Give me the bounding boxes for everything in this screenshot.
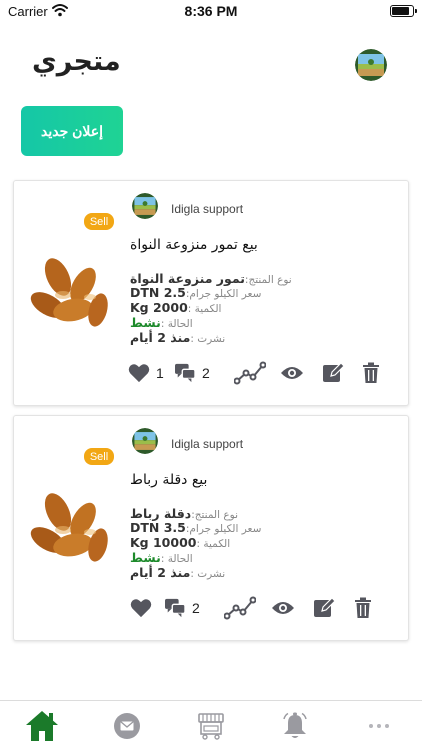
mail-icon (114, 713, 140, 739)
status-label: الحالة : (160, 553, 193, 565)
heart-icon (130, 599, 152, 618)
comments-button[interactable]: 2 (164, 596, 200, 620)
tab-messages[interactable] (109, 709, 145, 743)
stats-line-icon (224, 596, 256, 620)
comment-count: 2 (202, 365, 210, 381)
price-row: سعر الكيلو جرام:DTN 2.5 (130, 285, 261, 300)
status-row: الحالة :نشط (130, 315, 193, 330)
product-type-value: تمور منزوعة النواة (130, 271, 245, 286)
quantity-label: الكمية : (187, 303, 222, 315)
status-value: نشط (130, 315, 161, 330)
tab-market[interactable] (193, 709, 229, 743)
stats-line-icon (234, 361, 266, 385)
comments-icon (175, 363, 196, 383)
seller-avatar-icon (132, 193, 158, 219)
tab-home[interactable] (24, 709, 60, 743)
bell-icon (283, 712, 307, 738)
published-value: منذ 2 أيام (130, 330, 191, 345)
delete-button[interactable] (354, 596, 372, 620)
eye-icon (272, 602, 294, 614)
edit-icon (314, 597, 335, 617)
delete-button[interactable] (362, 361, 380, 385)
published-label: نشرت : (190, 333, 226, 345)
tab-bar (0, 700, 422, 750)
published-row: نشرت :منذ 2 أيام (130, 565, 225, 580)
battery-level (392, 7, 410, 15)
seller-name[interactable]: Idigla support (171, 437, 243, 451)
comments-button[interactable]: 2 (174, 361, 210, 385)
status-label: الحالة : (160, 318, 193, 330)
status-bar: Carrier 8:36 PM (0, 0, 422, 24)
new-ad-button[interactable]: إعلان جديد (21, 106, 123, 156)
stats-button[interactable] (224, 596, 256, 620)
seller-avatar-icon (132, 428, 158, 454)
quantity-value: Kg 2000 (130, 300, 188, 315)
status-value: نشط (130, 550, 161, 565)
listing-card[interactable]: Idigla support Sell بيع دقلة رباط نوع ال… (13, 415, 409, 641)
like-count: 1 (156, 365, 164, 381)
sell-badge: Sell (84, 213, 114, 230)
edit-button[interactable] (313, 596, 335, 620)
trash-icon (363, 362, 379, 383)
quantity-value: Kg 10000 (130, 535, 197, 550)
listing-actions: 1 2 (128, 361, 388, 387)
product-type-row: نوع المنتج:دقلة رباط (130, 506, 238, 521)
like-button[interactable] (130, 596, 158, 620)
listing-actions: 2 (128, 596, 388, 622)
quantity-row: الكمية :Kg 10000 (130, 535, 230, 550)
listing-title[interactable]: بيع دقلة رباط (130, 472, 207, 488)
listing-title[interactable]: بيع تمور منزوعة النواة (130, 237, 258, 253)
quantity-label: الكمية : (196, 538, 231, 550)
sell-badge: Sell (84, 448, 114, 465)
store-logo-icon[interactable] (355, 49, 387, 81)
quantity-row: الكمية :Kg 2000 (130, 300, 221, 315)
comment-count: 2 (192, 600, 200, 616)
status-row: الحالة :نشط (130, 550, 193, 565)
view-button[interactable] (271, 596, 295, 620)
seller-name[interactable]: Idigla support (171, 202, 243, 216)
eye-icon (281, 367, 303, 379)
listing-card[interactable]: Idigla support Sell بيع تمور منزوعة النو… (13, 180, 409, 406)
battery-icon (390, 5, 417, 17)
comments-icon (165, 598, 186, 618)
published-value: منذ 2 أيام (130, 565, 191, 580)
tab-notifications[interactable] (277, 709, 313, 743)
like-button[interactable]: 1 (128, 361, 164, 385)
published-label: نشرت : (190, 568, 226, 580)
more-icon (369, 724, 389, 728)
view-button[interactable] (280, 361, 304, 385)
heart-icon (128, 364, 150, 383)
market-stall-icon (198, 713, 224, 740)
product-image (30, 493, 108, 562)
price-value: DTN 2.5 (130, 285, 186, 300)
home-icon (26, 711, 58, 741)
tab-more[interactable] (361, 709, 397, 743)
product-image (30, 258, 108, 327)
stats-button[interactable] (234, 361, 266, 385)
product-type-value: دقلة رباط (130, 506, 192, 521)
clock: 8:36 PM (184, 3, 238, 19)
price-label: سعر الكيلو جرام: (185, 288, 262, 300)
price-row: سعر الكيلو جرام:DTN 3.5 (130, 520, 261, 535)
price-value: DTN 3.5 (130, 520, 186, 535)
product-type-row: نوع المنتج:تمور منزوعة النواة (130, 271, 292, 286)
price-label: سعر الكيلو جرام: (185, 523, 262, 535)
published-row: نشرت :منذ 2 أيام (130, 330, 225, 345)
page-title: متجري (32, 46, 121, 77)
edit-icon (323, 362, 344, 382)
edit-button[interactable] (322, 361, 344, 385)
trash-icon (355, 597, 371, 618)
